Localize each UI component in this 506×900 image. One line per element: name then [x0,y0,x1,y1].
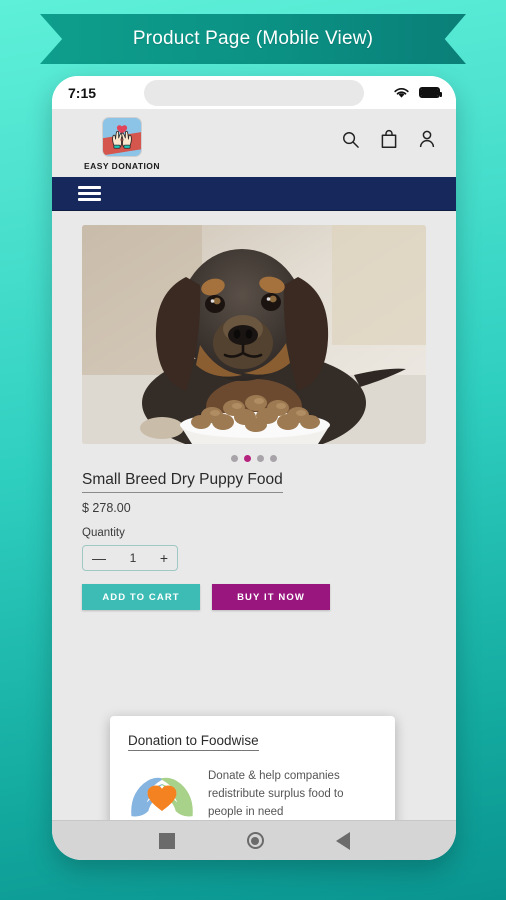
square-recents-icon[interactable] [158,832,175,849]
product-price: $ 278.00 [82,501,131,516]
carousel-dots[interactable] [52,455,456,462]
notch-pill [144,80,364,106]
carousel-dot[interactable] [231,455,238,462]
donation-card: Donation to Foodwise Donate & help compa… [110,716,395,820]
status-bar: 7:15 [52,76,456,109]
quantity-label: Quantity [82,527,125,540]
header-icon-group [341,117,436,149]
shopping-bag-icon[interactable] [380,129,398,149]
product-image[interactable] [82,225,426,444]
quantity-increase-button[interactable]: + [160,551,168,565]
carousel-dot[interactable] [257,455,264,462]
wifi-icon [394,87,409,98]
carousel-dot[interactable] [270,455,277,462]
add-to-cart-button[interactable]: ADD TO CART [82,584,200,611]
donation-body: Donate & help companies redistribute sur… [128,765,377,820]
donation-description: Donate & help companies redistribute sur… [208,770,344,818]
quantity-value[interactable]: 1 [130,551,137,565]
phone-mockup: 7:15 EASY DONATION Small Breed Dry Puppy… [52,76,456,860]
banner-ribbon: Product Page (Mobile View) [40,14,466,64]
hands-heart-logo-icon [102,117,142,157]
search-icon[interactable] [341,130,360,149]
brand-header: EASY DONATION [52,109,456,177]
main-navigation-bar [52,177,456,211]
donation-card-title: Donation to Foodwise [128,733,259,751]
banner-title: Product Page (Mobile View) [132,28,374,49]
battery-icon [419,87,442,98]
page-content: Small Breed Dry Puppy Food $ 278.00 Quan… [52,211,456,820]
buy-it-now-button[interactable]: BUY IT NOW [212,584,330,611]
status-icons [393,86,442,99]
hamburger-menu-icon[interactable] [78,186,101,201]
product-info: Small Breed Dry Puppy Food $ 278.00 Quan… [52,462,456,611]
page-banner: Product Page (Mobile View) [40,14,466,64]
quantity-decrease-button[interactable]: — [92,551,106,565]
android-navigation-bar [52,820,456,860]
brand-name: EASY DONATION [84,161,160,171]
blue-green-hands-orange-heart-icon [128,765,196,820]
carousel-dot-active[interactable] [244,455,251,462]
triangle-back-icon[interactable] [335,831,350,850]
circle-home-icon[interactable] [246,832,264,849]
brand-logo-block[interactable]: EASY DONATION [76,117,168,171]
quantity-stepper[interactable]: — 1 + [82,545,178,572]
user-account-icon[interactable] [418,129,436,149]
status-clock: 7:15 [68,84,97,101]
product-actions: ADD TO CART BUY IT NOW [82,584,426,611]
product-title: Small Breed Dry Puppy Food [82,470,283,494]
